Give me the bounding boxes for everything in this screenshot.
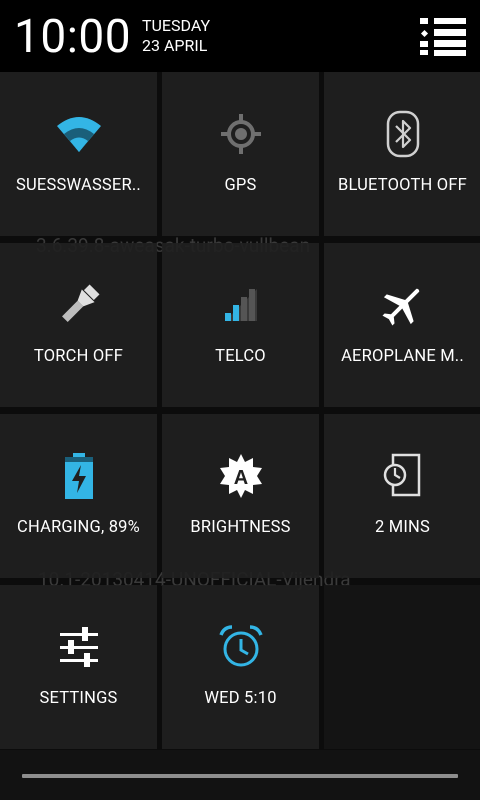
- tile-brightness[interactable]: A BRIGHTNESS: [162, 414, 319, 578]
- tile-torch[interactable]: TORCH OFF: [0, 243, 157, 407]
- airplane-icon: [379, 281, 427, 329]
- svg-text:A: A: [233, 467, 247, 489]
- tile-label: TORCH OFF: [33, 347, 124, 366]
- tile-label: BRIGHTNESS: [190, 518, 291, 537]
- tile-label: TELCO: [215, 347, 266, 366]
- battery-charging-icon: [55, 452, 103, 500]
- screen-timeout-icon: [379, 452, 427, 500]
- alarm-clock-icon: [217, 623, 265, 671]
- date-display[interactable]: TUESDAY 23 APRIL: [142, 16, 210, 56]
- tile-label: 2 MINS: [374, 518, 431, 537]
- tile-gps[interactable]: GPS: [162, 72, 319, 236]
- date-label: 23 APRIL: [142, 36, 208, 55]
- clock[interactable]: 10:00: [14, 9, 131, 65]
- tile-aeroplane[interactable]: AEROPLANE M..: [324, 243, 480, 407]
- tile-label: BLUETOOTH OFF: [338, 176, 467, 195]
- tile-battery[interactable]: CHARGING, 89%: [0, 414, 157, 578]
- tile-label: SETTINGS: [39, 689, 118, 708]
- tile-label: GPS: [224, 176, 257, 195]
- tile-bluetooth[interactable]: BLUETOOTH OFF: [324, 72, 480, 236]
- notification-list-button[interactable]: [420, 18, 466, 56]
- tile-label: CHARGING, 89%: [17, 518, 140, 537]
- tile-label: WED 5:10: [204, 689, 277, 708]
- brightness-icon: A: [217, 452, 265, 500]
- tile-label: AEROPLANE M..: [341, 347, 464, 366]
- gps-icon: [217, 110, 265, 158]
- torch-icon: [55, 281, 103, 329]
- tile-empty: [324, 585, 480, 749]
- shade-bottom-bar: [0, 750, 480, 800]
- settings-sliders-icon: [55, 623, 103, 671]
- tile-screen-timeout[interactable]: 2 MINS: [324, 414, 480, 578]
- notification-list-icon: [420, 18, 466, 56]
- signal-icon: [217, 281, 265, 329]
- tile-wifi[interactable]: SUESSWASSER..: [0, 72, 157, 236]
- bluetooth-icon: [379, 110, 427, 158]
- quick-settings-header: 10:00 TUESDAY 23 APRIL: [0, 0, 480, 72]
- tile-label: SUESSWASSER..: [16, 176, 141, 195]
- tile-telco[interactable]: TELCO: [162, 243, 319, 407]
- day-label: TUESDAY: [142, 16, 211, 35]
- tile-settings[interactable]: SETTINGS: [0, 585, 157, 749]
- shade-drag-handle[interactable]: [22, 774, 458, 778]
- tile-alarm[interactable]: WED 5:10: [162, 585, 319, 749]
- wifi-icon: [55, 110, 103, 158]
